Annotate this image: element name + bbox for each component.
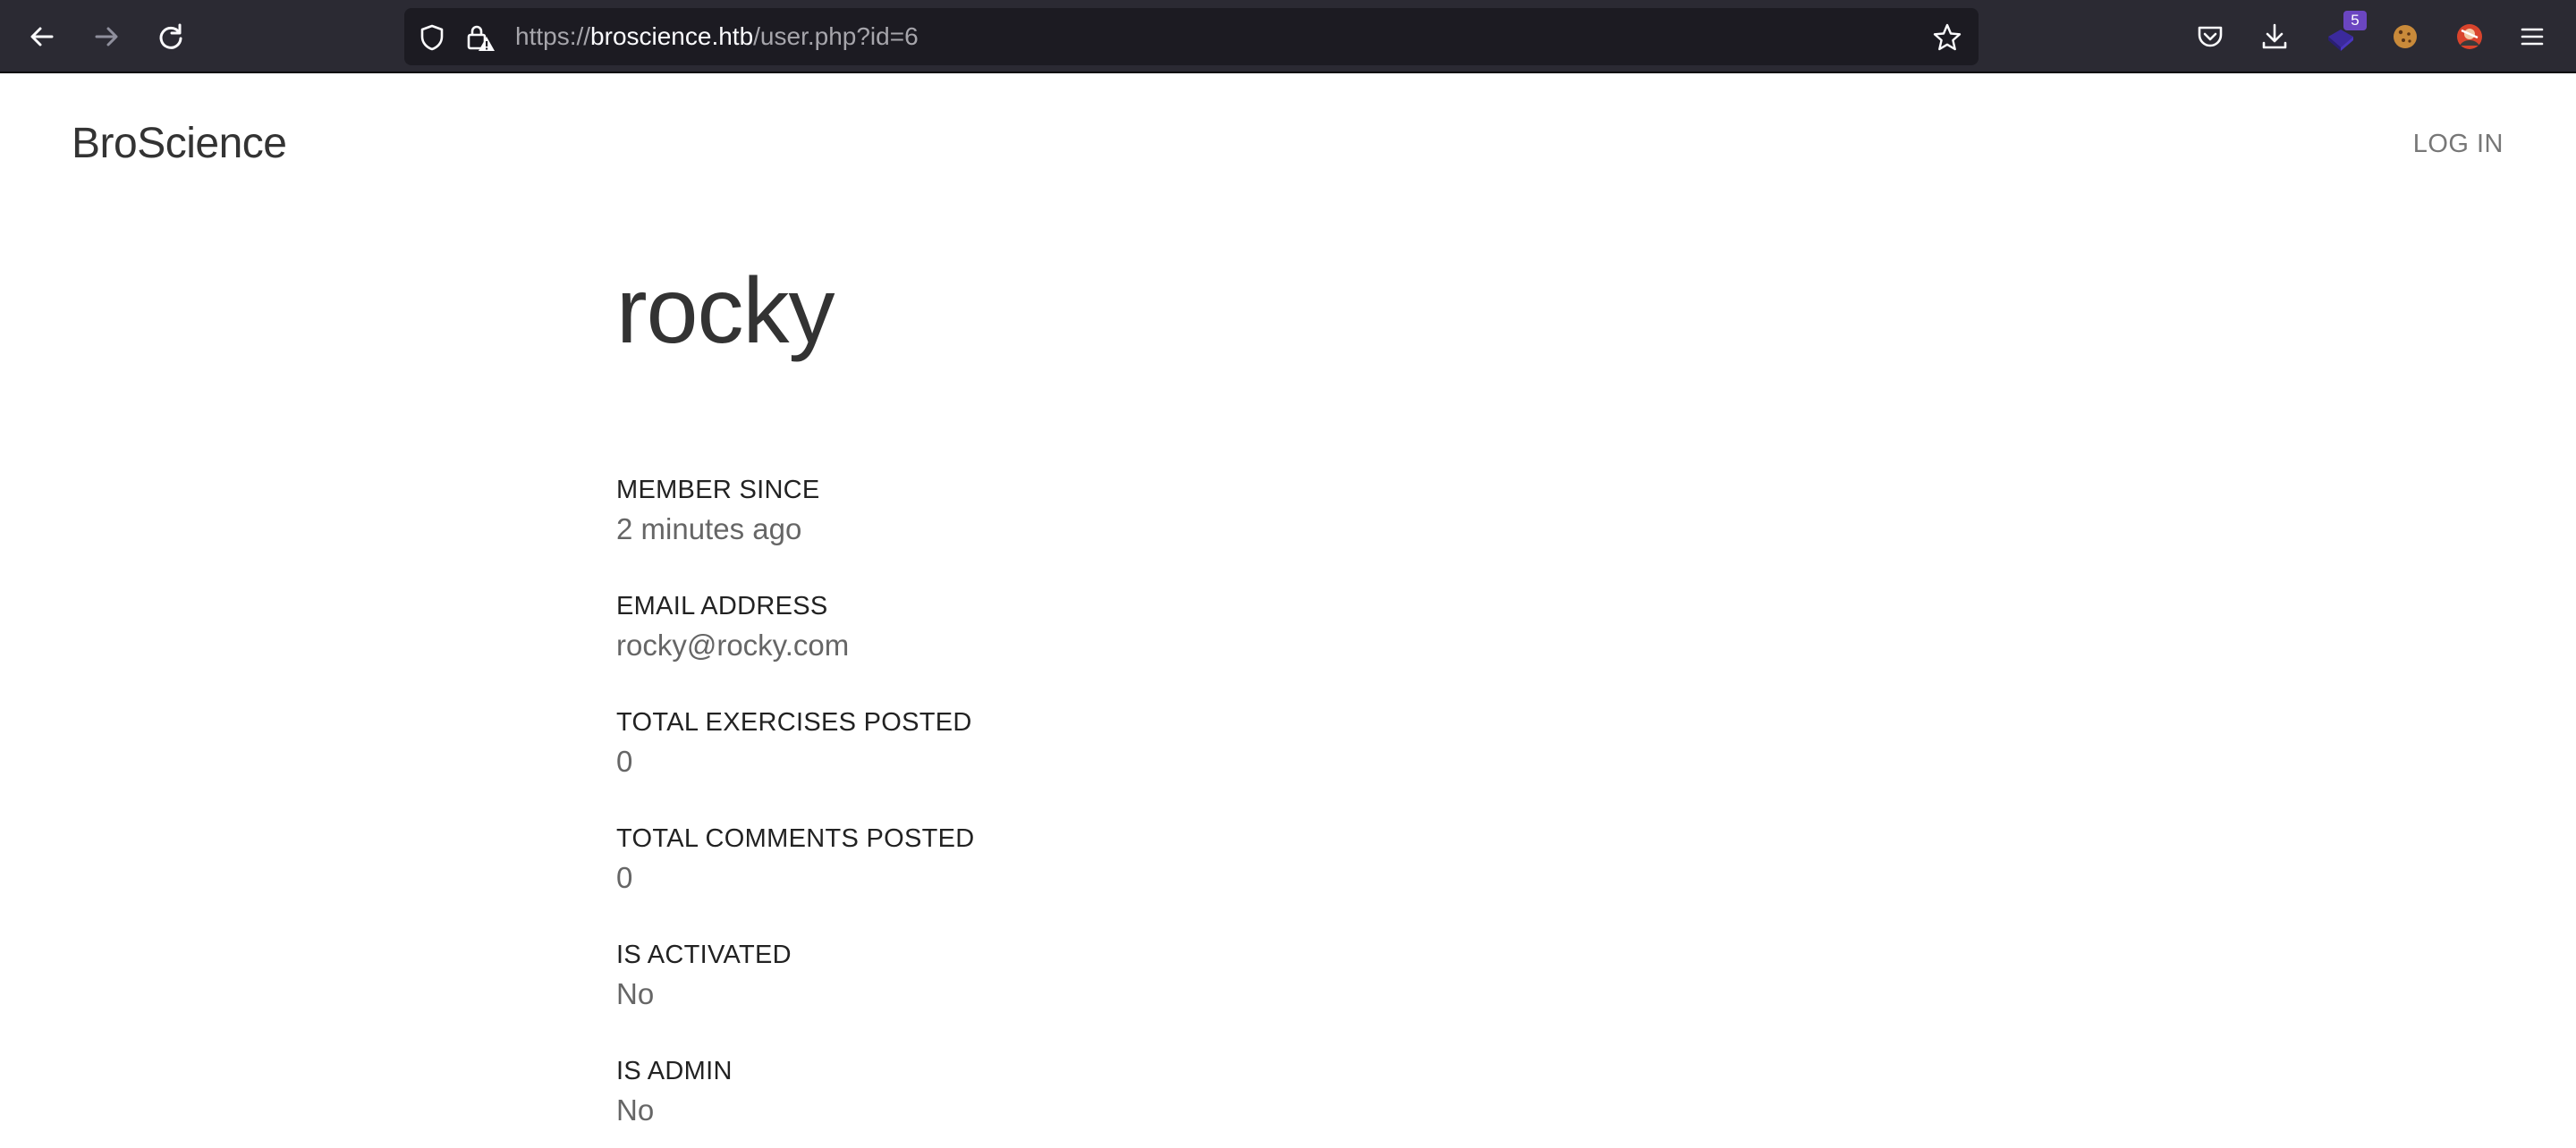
reload-button[interactable] <box>150 16 191 57</box>
site-brand-link[interactable]: BroScience <box>72 119 287 168</box>
browser-toolbar: https://broscience.htb/user.php?id=6 5 <box>0 0 2576 73</box>
field-label: IS ADMIN <box>616 1057 733 1085</box>
downloads-button[interactable] <box>2254 16 2295 57</box>
field-total-comments: TOTAL COMMENTS POSTED 0 <box>616 819 975 898</box>
field-value: No <box>616 1093 655 1127</box>
field-label: TOTAL COMMENTS POSTED <box>616 824 975 853</box>
lock-warning-icon[interactable] <box>465 22 496 53</box>
field-label: TOTAL EXERCISES POSTED <box>616 708 972 737</box>
field-member-since: MEMBER SINCE 2 minutes ago <box>616 470 975 549</box>
field-value: 0 <box>616 861 633 894</box>
shield-icon[interactable] <box>417 22 447 53</box>
pocket-icon <box>2198 26 2223 47</box>
field-email-address: EMAIL ADDRESS rocky@rocky.com <box>616 587 975 665</box>
username-heading: rocky <box>616 259 835 363</box>
extension-button-1[interactable]: 5 <box>2320 11 2367 57</box>
url-host: broscience.htb <box>590 22 754 50</box>
avatar-extension-icon <box>2457 24 2482 49</box>
star-icon[interactable] <box>1932 22 1962 53</box>
pocket-button[interactable] <box>2190 16 2231 57</box>
login-link[interactable]: LOG IN <box>2413 130 2504 159</box>
forward-button[interactable] <box>86 16 127 57</box>
cookie-icon <box>2394 25 2417 48</box>
menu-button[interactable] <box>2512 16 2553 57</box>
extension-badge: 5 <box>2343 11 2367 30</box>
field-label: EMAIL ADDRESS <box>616 592 828 620</box>
field-value: No <box>616 977 655 1010</box>
arrow-right-icon <box>95 27 118 46</box>
url-scheme: https:// <box>515 22 591 50</box>
extension-button-2[interactable] <box>2385 16 2426 57</box>
profile-fields: MEMBER SINCE 2 minutes ago EMAIL ADDRESS… <box>616 470 975 1130</box>
reload-icon <box>159 23 182 49</box>
page-content: BroScience LOG IN rocky MEMBER SINCE 2 m… <box>0 75 2576 1148</box>
field-is-admin: IS ADMIN No <box>616 1051 975 1130</box>
field-label: MEMBER SINCE <box>616 476 820 504</box>
url-path: /user.php?id=6 <box>753 22 919 50</box>
user-profile: rocky MEMBER SINCE 2 minutes ago EMAIL A… <box>616 259 1690 1127</box>
field-value: 0 <box>616 745 633 778</box>
field-value: 2 minutes ago <box>616 512 802 545</box>
download-icon <box>2262 23 2287 49</box>
field-value: rocky@rocky.com <box>616 629 850 662</box>
back-button[interactable] <box>21 16 63 57</box>
extension-button-3[interactable] <box>2449 16 2490 57</box>
field-label: IS ACTIVATED <box>616 941 792 969</box>
field-total-exercises: TOTAL EXERCISES POSTED 0 <box>616 703 975 781</box>
url-bar[interactable]: https://broscience.htb/user.php?id=6 <box>404 8 1979 65</box>
hamburger-menu-icon <box>2521 28 2544 46</box>
arrow-left-icon <box>30 27 54 46</box>
field-is-activated: IS ACTIVATED No <box>616 935 975 1014</box>
url-text[interactable]: https://broscience.htb/user.php?id=6 <box>515 8 919 65</box>
